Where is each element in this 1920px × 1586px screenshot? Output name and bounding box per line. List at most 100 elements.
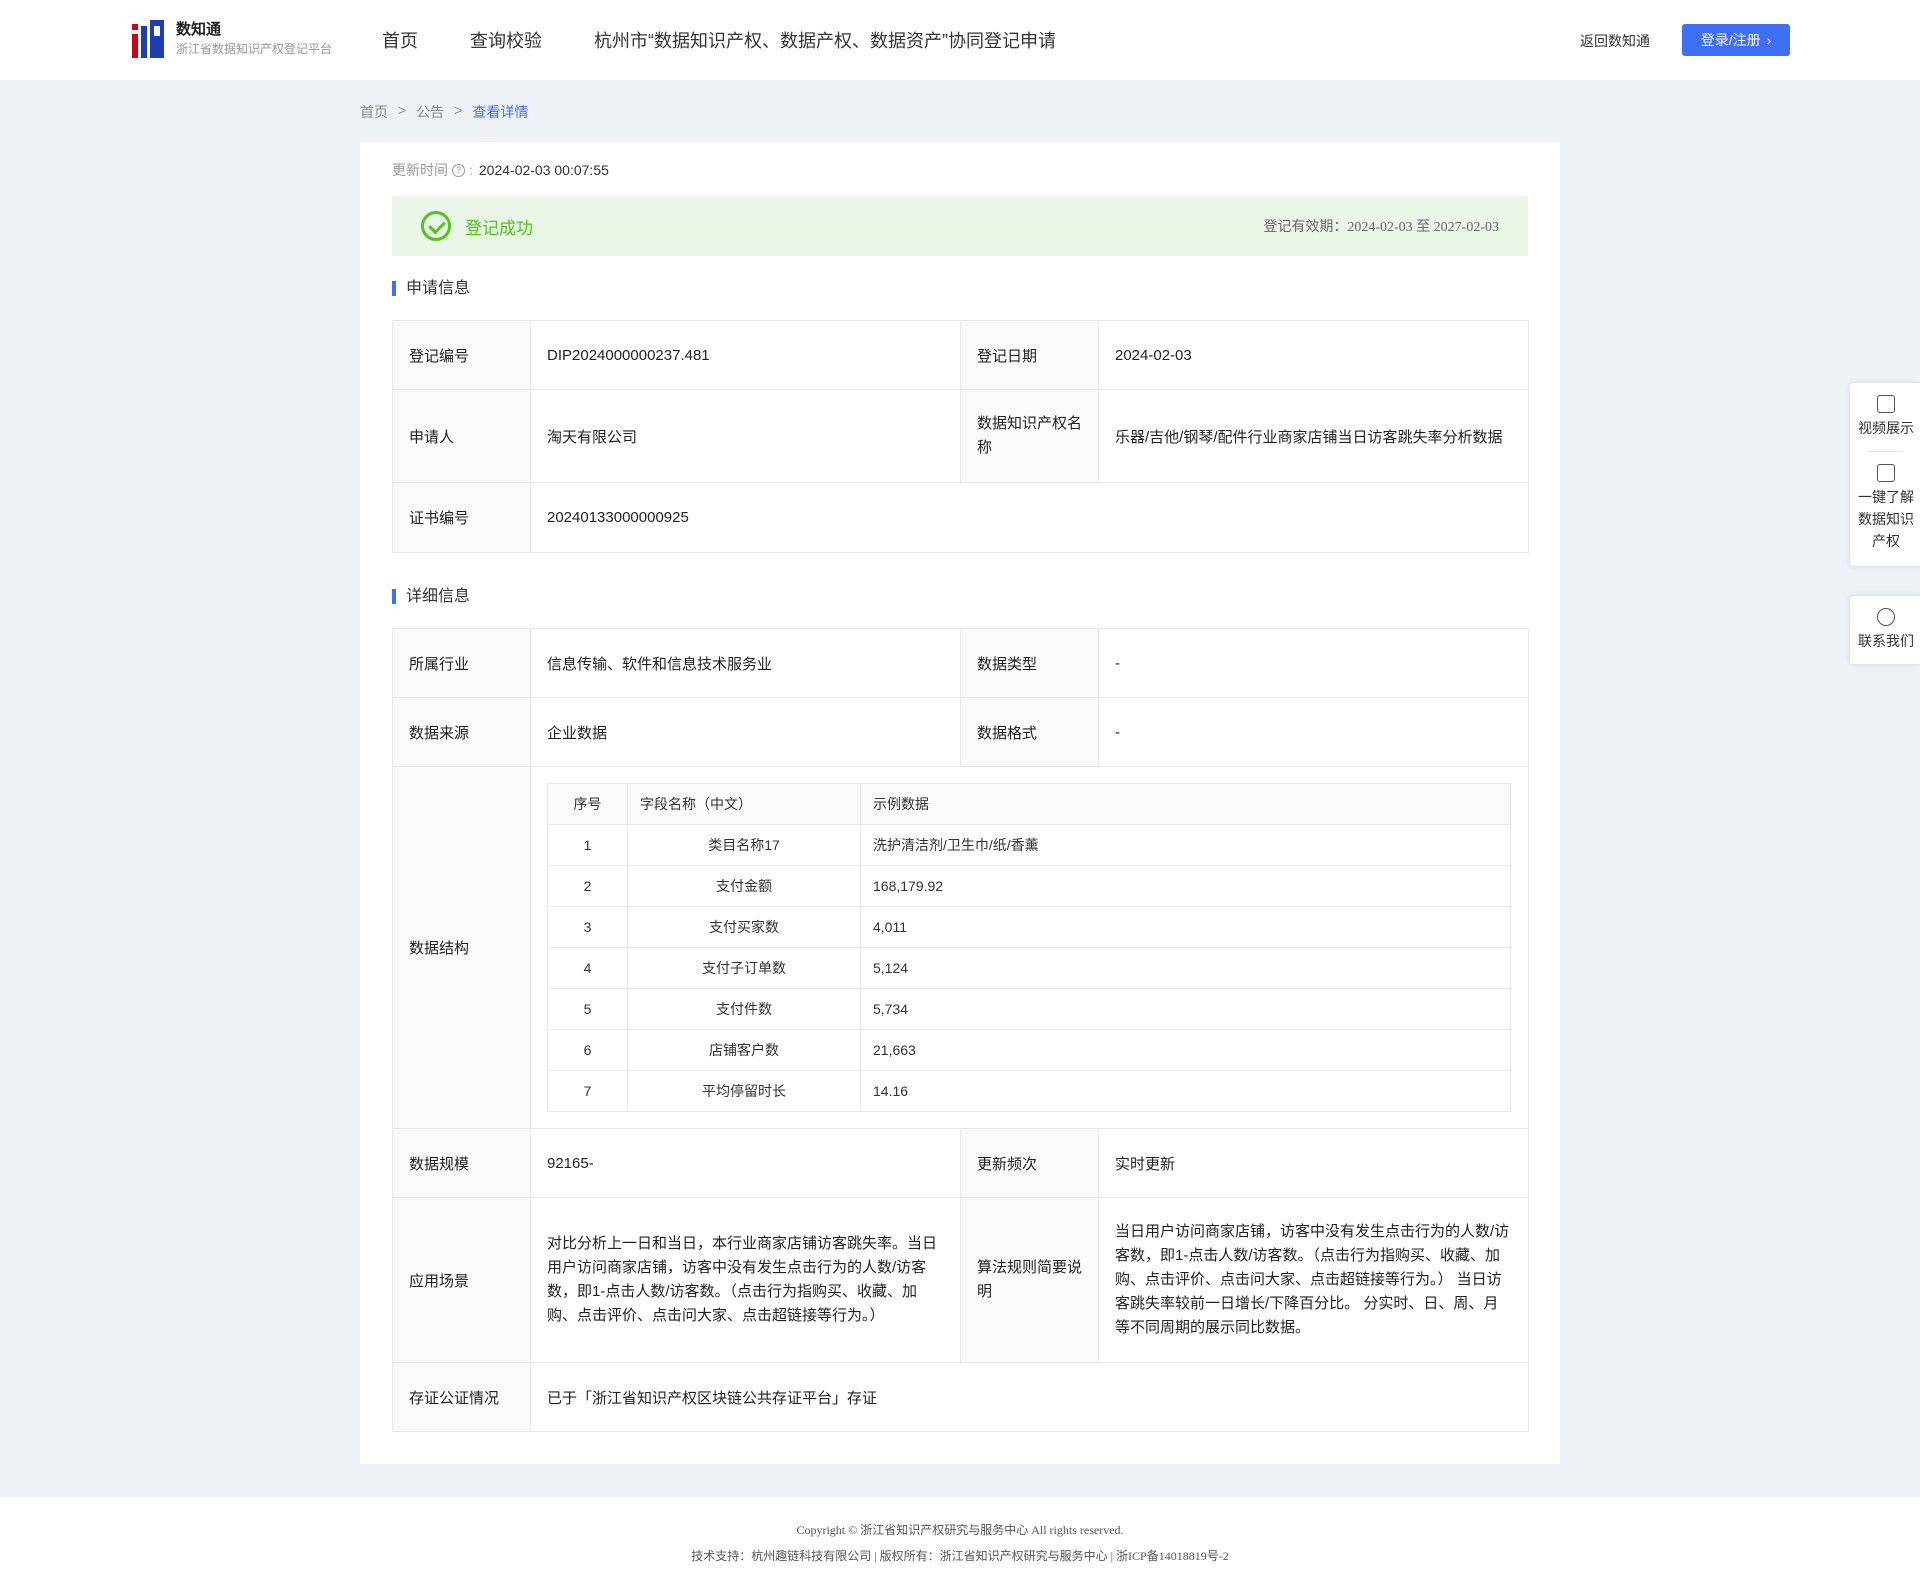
- breadcrumb-home[interactable]: 首页: [360, 102, 388, 122]
- table-row: 7 平均停留时长 14.16: [547, 1070, 1511, 1112]
- structure-cell: 序号 字段名称（中文） 示例数据 1 类目名称17 洗护清洁剂/卫生巾/纸/香薰 2…: [530, 766, 1529, 1129]
- side-toolbar-top: 视频展示 一键了解数据知识产权: [1850, 383, 1920, 566]
- source-value: 企业数据: [530, 697, 961, 767]
- breadcrumb-separator: >: [398, 102, 407, 118]
- back-to-shuzhitong-link[interactable]: 返回数知通: [1580, 31, 1650, 51]
- format-value: -: [1098, 697, 1529, 767]
- side-toolbar-bottom: 联系我们: [1850, 596, 1920, 664]
- industry-value: 信息传输、软件和信息技术服务业: [530, 628, 961, 698]
- contact-us-button[interactable]: 联系我们: [1850, 608, 1920, 652]
- cell-sample: 21,663: [860, 1029, 1511, 1071]
- cert-no-label: 证书编号: [392, 482, 531, 553]
- table-row: 所属行业 信息传输、软件和信息技术服务业 数据类型 -: [392, 628, 1529, 698]
- video-demo-button[interactable]: 视频展示: [1850, 395, 1920, 439]
- table-row: 2 支付金额 168,179.92: [547, 865, 1511, 907]
- col-header-index: 序号: [547, 783, 628, 825]
- logo-subtitle: 浙江省数据知识产权登记平台: [176, 42, 333, 56]
- help-icon[interactable]: ?: [452, 163, 465, 177]
- cell-index: 7: [547, 1070, 628, 1112]
- video-demo-label: 视频展示: [1858, 420, 1914, 436]
- cell-field: 店铺客户数: [627, 1029, 861, 1071]
- cell-sample: 5,124: [860, 947, 1511, 989]
- table-row: 数据来源 企业数据 数据格式 -: [392, 697, 1529, 767]
- format-label: 数据格式: [960, 697, 1099, 767]
- cell-index: 3: [547, 906, 628, 948]
- logo-title: 数知通: [176, 21, 222, 38]
- table-row: 存证公证情况 已于「浙江省知识产权区块链公共存证平台」存证: [392, 1362, 1529, 1432]
- evidence-value: 已于「浙江省知识产权区块链公共存证平台」存证: [530, 1362, 1529, 1432]
- scale-value: 92165-: [530, 1128, 961, 1198]
- col-header-field: 字段名称（中文）: [627, 783, 861, 825]
- breadcrumb-notice[interactable]: 公告: [416, 102, 444, 122]
- table-row: 6 店铺客户数 21,663: [547, 1029, 1511, 1071]
- cell-index: 4: [547, 947, 628, 989]
- validity-period: 登记有效期：2024-02-03 至 2027-02-03: [1263, 220, 1499, 235]
- login-register-button[interactable]: 登录/注册 ›: [1682, 24, 1790, 56]
- main-nav: 首页 查询校验 杭州市“数据知识产权、数据产权、数据资产”协同登记申请: [382, 0, 1108, 80]
- contact-us-label: 联系我们: [1858, 633, 1914, 649]
- ip-name-value: 乐器/吉他/钢琴/配件行业商家店铺当日访客跳失率分析数据: [1098, 389, 1529, 483]
- divider: [1869, 451, 1903, 452]
- cert-no-value: 20240133000000925: [530, 482, 1529, 553]
- breadcrumb-current: 查看详情: [472, 104, 529, 120]
- cell-index: 1: [547, 824, 628, 866]
- footer: Copyright © 浙江省知识产权研究与服务中心 All rights re…: [0, 1497, 1920, 1586]
- col-header-sample: 示例数据: [860, 783, 1511, 825]
- scenario-value: 对比分析上一日和当日，本行业商家店铺访客跳失率。当日用户访问商家店铺，访客中没有…: [530, 1197, 961, 1363]
- cell-sample: 14.16: [860, 1070, 1511, 1112]
- learn-ip-label: 一键了解数据知识产权: [1858, 489, 1914, 549]
- reg-date-value: 2024-02-03: [1098, 320, 1529, 390]
- reg-no-label: 登记编号: [392, 320, 531, 390]
- status-text: 登记成功: [465, 218, 533, 238]
- algo-value: 当日用户访问商家店铺，访客中没有发生点击行为的人数/访客数，即1-点击人数/访客…: [1098, 1197, 1529, 1363]
- table-row: 证书编号 20240133000000925: [392, 482, 1529, 553]
- applicant-value: 淘天有限公司: [530, 389, 961, 483]
- structure-table: 序号 字段名称（中文） 示例数据 1 类目名称17 洗护清洁剂/卫生巾/纸/香薰 2…: [547, 783, 1511, 1112]
- table-row: 3 支付买家数 4,011: [547, 906, 1511, 948]
- table-row: 5 支付件数 5,734: [547, 988, 1511, 1030]
- table-row: 4 支付子订单数 5,124: [547, 947, 1511, 989]
- detail-info-table: 所属行业 信息传输、软件和信息技术服务业 数据类型 - 数据来源 企业数据 数据…: [392, 628, 1529, 1432]
- update-time-label: 更新时间: [392, 162, 448, 178]
- breadcrumb-separator: >: [454, 102, 463, 118]
- data-type-value: -: [1098, 628, 1529, 698]
- evidence-label: 存证公证情况: [392, 1362, 531, 1432]
- cell-index: 6: [547, 1029, 628, 1071]
- nav-query[interactable]: 查询校验: [470, 27, 542, 53]
- freq-label: 更新频次: [960, 1128, 1099, 1198]
- logo[interactable]: 数知通 浙江省数据知识产权登记平台: [130, 20, 332, 58]
- logo-mark-icon: [130, 20, 166, 58]
- table-row: 申请人 淘天有限公司 数据知识产权名称 乐器/吉他/钢琴/配件行业商家店铺当日访…: [392, 389, 1529, 483]
- reg-date-label: 登记日期: [960, 320, 1099, 390]
- video-icon: [1877, 395, 1895, 413]
- source-label: 数据来源: [392, 697, 531, 767]
- cell-field: 支付子订单数: [627, 947, 861, 989]
- table-row: 应用场景 对比分析上一日和当日，本行业商家店铺访客跳失率。当日用户访问商家店铺，…: [392, 1197, 1529, 1363]
- cell-sample: 168,179.92: [860, 865, 1511, 907]
- structure-label: 数据结构: [392, 766, 531, 1129]
- table-row: 数据结构 序号 字段名称（中文） 示例数据 1 类目名称17 洗护清洁剂/卫生巾/纸…: [392, 766, 1529, 1129]
- cell-field: 类目名称17: [627, 824, 861, 866]
- table-row: 数据规模 92165- 更新频次 实时更新: [392, 1128, 1529, 1198]
- cell-field: 平均停留时长: [627, 1070, 861, 1112]
- cell-index: 5: [547, 988, 628, 1030]
- cell-field: 支付金额: [627, 865, 861, 907]
- scale-label: 数据规模: [392, 1128, 531, 1198]
- learn-ip-button[interactable]: 一键了解数据知识产权: [1850, 464, 1920, 552]
- ip-name-label: 数据知识产权名称: [960, 389, 1099, 483]
- footer-copyright: Copyright © 浙江省知识产权研究与服务中心 All rights re…: [796, 1523, 1124, 1537]
- cell-field: 支付买家数: [627, 906, 861, 948]
- cell-sample: 5,734: [860, 988, 1511, 1030]
- detail-card: 更新时间 ? : 2024-02-03 00:07:55 登记成功 登记有效期：…: [360, 142, 1560, 1464]
- structure-header-row: 序号 字段名称（中文） 示例数据: [547, 783, 1511, 825]
- cell-index: 2: [547, 865, 628, 907]
- freq-value: 实时更新: [1098, 1128, 1529, 1198]
- phone-icon: [1877, 608, 1895, 626]
- nav-home[interactable]: 首页: [382, 27, 418, 53]
- algo-label: 算法规则简要说明: [960, 1197, 1099, 1363]
- footer-support: 技术支持：杭州趣链科技有限公司 | 版权所有：浙江省知识产权研究与服务中心 | …: [691, 1549, 1229, 1563]
- table-row: 1 类目名称17 洗护清洁剂/卫生巾/纸/香薰: [547, 824, 1511, 866]
- nav-hangzhou-register[interactable]: 杭州市“数据知识产权、数据产权、数据资产”协同登记申请: [594, 27, 1056, 53]
- status-banner: 登记成功 登记有效期：2024-02-03 至 2027-02-03: [392, 196, 1528, 256]
- cell-sample: 4,011: [860, 906, 1511, 948]
